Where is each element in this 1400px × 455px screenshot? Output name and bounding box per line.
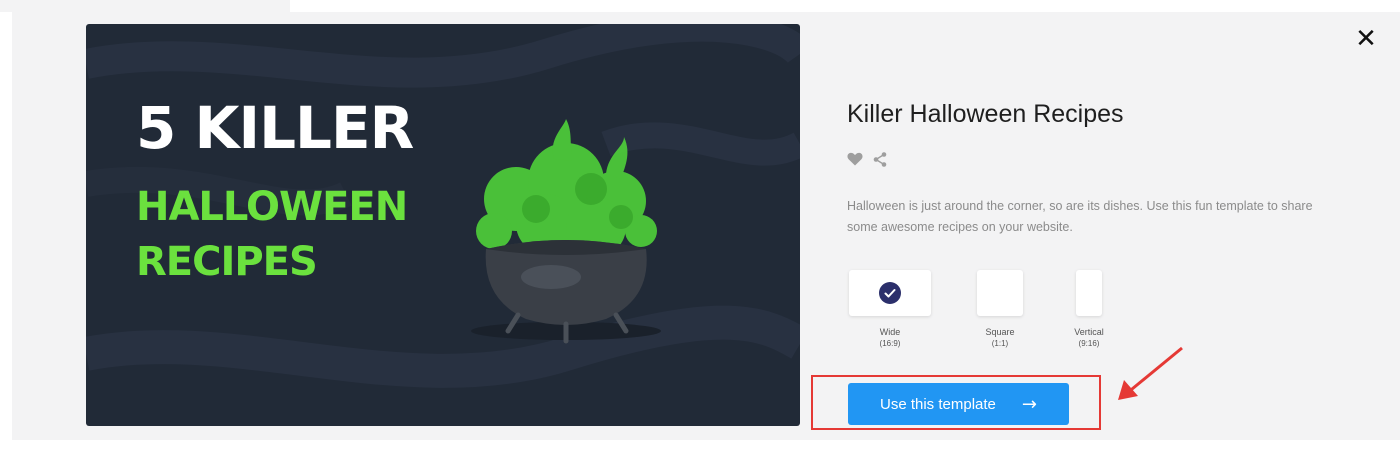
template-title: Killer Halloween Recipes: [847, 100, 1124, 128]
format-option-square[interactable]: Square (1:1): [966, 270, 1034, 350]
preview-subheadline-2: RECIPES: [136, 239, 318, 285]
format-label-wide: Wide: [879, 327, 901, 337]
selected-check-icon: [879, 282, 901, 304]
preview-subheadline-1: HALLOWEEN: [136, 184, 408, 230]
template-preview: 5 KILLER HALLOWEEN RECIPES: [86, 24, 800, 426]
format-label-vertical: Vertical: [1074, 327, 1104, 337]
format-label-square: Square: [985, 327, 1015, 337]
format-thumbnail-wide: [849, 270, 931, 316]
heart-icon[interactable]: [847, 152, 863, 171]
template-description: Halloween is just around the corner, so …: [847, 199, 1313, 234]
format-ratio-wide: (16:9): [879, 339, 901, 348]
close-button[interactable]: ✕: [1354, 25, 1378, 51]
share-icon[interactable]: [873, 152, 887, 172]
format-ratio-square: (1:1): [991, 339, 1009, 348]
format-thumbnail-vertical: [1076, 270, 1102, 316]
annotation-highlight-box: [811, 375, 1101, 430]
backdrop-strip: [0, 0, 290, 12]
format-thumbnail-square: [977, 270, 1023, 316]
format-option-vertical[interactable]: Vertical (9:16): [1060, 270, 1118, 350]
cauldron-illustration: [471, 119, 661, 344]
annotation-arrow-icon: [1118, 346, 1183, 400]
preview-headline: 5 KILLER: [136, 94, 414, 162]
format-option-wide[interactable]: Wide (16:9): [848, 270, 932, 350]
